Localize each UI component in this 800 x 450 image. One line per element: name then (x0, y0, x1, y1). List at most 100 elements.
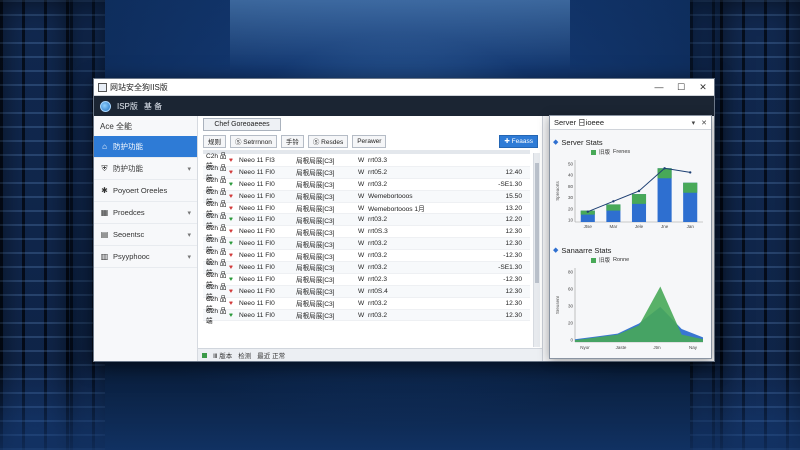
row-value: rrt03.3 (368, 156, 388, 164)
row-number: 13.20 (505, 204, 522, 212)
row-time: Neeo 11 FI0 (239, 216, 275, 224)
table-header (203, 150, 530, 154)
table-row[interactable]: C2h 品端 ♥ Neeo 11 FI0 局根局展[C3] W Wemebortooos 1… (203, 189, 530, 206)
row-process: 局根局展[C3] (296, 301, 335, 309)
app-header-extra[interactable]: 基 备 (144, 101, 162, 112)
table-row[interactable]: C2h 品端 ♥ Neeo 11 FI0 局根局展[C3] Wrrt03.2 -12.30 (203, 249, 530, 266)
tick-label: Jan (687, 224, 695, 229)
status-recent: 最近 正常 (257, 353, 286, 360)
minimize-icon[interactable]: — (648, 79, 670, 95)
row-process: 局根局展[C3] (296, 182, 335, 190)
row-type: W (358, 263, 365, 271)
y-axis-label: Spreaorts (555, 180, 560, 200)
legend-label: Ronne (613, 257, 630, 263)
table-row[interactable]: C2h 品端 ♥ Neeo 11 FI0 局根局展[C3] Wrrt02.3 -12.30 (203, 272, 530, 289)
maximize-icon[interactable]: ☐ (670, 79, 692, 95)
row-time: Neeo 11 FI0 (239, 204, 275, 212)
line-point (637, 189, 641, 193)
row-type: W (358, 240, 365, 248)
table-row[interactable]: C2h 品端 ♥ Neeo 11 FI0 局根局展[C3] Wrrt03.2 -SE1.3… (203, 177, 530, 194)
line-point (612, 200, 615, 203)
scrollbar[interactable] (533, 153, 540, 347)
add-button[interactable]: ✚ Feaass (499, 134, 538, 148)
row-number: 12.30 (505, 311, 522, 319)
sidebar: Ace 全能 ⌂ 防护功能 ⛨ 防护功能 ▾ ✱ Poyoert Oreeles… (94, 116, 198, 361)
sidebar-item-protection[interactable]: ⛨ 防护功能 ▾ (94, 158, 197, 180)
table-row[interactable]: C2h 品端 ♥ Neeo 11 FI0 局根局展[C3] Wrrt03.2 12.30 (203, 296, 530, 313)
sidebar-item-processes[interactable]: ▦ Proedces ▾ (94, 202, 197, 224)
tick-label: 20 (568, 206, 574, 211)
row-type: W (358, 287, 365, 295)
sidebar-item-reports[interactable]: ▥ Psyyphooc ▾ (94, 246, 197, 268)
chart-legend: 旧版 Frenes (553, 148, 708, 156)
flag-icon: ♥ (229, 252, 233, 260)
rules-button[interactable]: 规则 (203, 134, 226, 148)
flag-icon: ♥ (229, 263, 233, 271)
tick-label: Jtse (584, 224, 593, 229)
table-row[interactable]: C2h 品端 ♥ Neeo 11 FI0 局根局展[C3] Wrrt03.2 12.30 (203, 237, 530, 254)
bar-segment (631, 194, 647, 204)
scrollbar-thumb[interactable] (535, 163, 539, 283)
sidebar-item-services[interactable]: ▤ Seoentsc ▾ (94, 224, 197, 246)
tick-label: Jtm (653, 345, 661, 350)
tick-label: 40 (568, 173, 574, 178)
table-row[interactable]: C2h 品端 ♥ Neeo 11 FI0 局根局展[C3] Wrrt03.2 12.20 (203, 213, 530, 230)
manual-button[interactable]: 手铃 (280, 134, 304, 148)
table-row[interactable]: C2h 品端 ♥ Neeo 11 FI0 局根局展[C3] Wrrt03.2 -SE1.3… (203, 260, 530, 277)
row-number: 12.30 (505, 228, 522, 236)
table-row[interactable]: C2h 品端 ♥ Neeo 11 FI0 局根局展[C3] W Wemebortooos … (203, 201, 530, 218)
bullet-icon: ◆ (553, 247, 559, 254)
dropdown-icon[interactable]: ▾ (692, 119, 696, 127)
table-row[interactable]: C2h 品端 ♥ Neeo 11 FI3 局根局展[C3] Wrrt03.3 (203, 153, 530, 170)
flag-icon: ♥ (229, 168, 233, 176)
row-number: 12.30 (505, 287, 522, 295)
sidebar-item-home[interactable]: ⌂ 防护功能 (94, 136, 197, 158)
chevron-down-icon: ▾ (187, 165, 191, 173)
table-row[interactable]: C2h 品端 ♥ Neeo 11 FI0 局根局展[C3] Wrrt03.2 12.30 (203, 308, 530, 325)
power-button[interactable]: Perawer (352, 134, 387, 148)
sidebar-item-property[interactable]: ✱ Poyoert Oreeles (94, 180, 197, 202)
flag-icon: ♥ (229, 311, 233, 319)
title-bar: 网站安全狗IIS版 — ☐ ✕ (94, 79, 714, 96)
tick-label: Jaste (616, 345, 627, 350)
close-icon[interactable]: ✕ (692, 79, 714, 95)
log-panel: Chef Goreoaeees 规则 Ⓢ Setrrnnon 手铃 Ⓢ Resd… (198, 116, 543, 361)
window-title: 网站安全狗IIS版 (110, 82, 168, 92)
row-value: rrt03.2 (368, 311, 388, 319)
row-value: rrt05.2 (368, 168, 388, 176)
row-type: W (358, 311, 365, 319)
tick-label: Nyor (580, 345, 590, 350)
row-type: W (358, 275, 365, 283)
chart-title: ◆ Sanaarre Stats (553, 244, 708, 256)
app-header: ISP版 基 备 (94, 96, 714, 116)
sidebar-item-label: Proedces (113, 208, 145, 217)
row-type: W (358, 299, 365, 307)
chevron-down-icon: ▾ (187, 231, 191, 239)
close-icon[interactable]: ✕ (701, 119, 707, 127)
panel-tab[interactable]: Chef Goreoaeees (203, 118, 281, 131)
row-time: Neeo 11 FI0 (239, 180, 275, 188)
settings-button[interactable]: Ⓢ Setrrnnon (230, 134, 277, 148)
flag-icon: ♥ (229, 299, 233, 307)
chart-title: ◆ Server Stats (553, 136, 708, 148)
row-process: 局根局展[C3] (296, 313, 335, 321)
row-process: 局根局展[C3] (296, 217, 335, 225)
row-process: 局根局展[C3] (296, 265, 335, 273)
row-time: Neeo 11 FI0 (239, 299, 275, 307)
table-row[interactable]: C2h 品端 ♥ Neeo 11 FI0 局根局展[C3] Wrrt0S.4 12.30 (203, 284, 530, 301)
row-number: 12.30 (505, 240, 522, 248)
resources-button[interactable]: Ⓢ Resdes (307, 134, 349, 148)
row-type: W (358, 180, 365, 188)
table-row[interactable]: C2h 品端 ♥ Neeo 11 FI0 局根局展[C3] Wrrt0S.3 12.30 (203, 225, 530, 242)
table-row[interactable]: C2h 品端 ♥ Neeo 11 FI0 局根局展[C3] Wrrt05.2 12.40 (203, 165, 530, 182)
sidebar-item-label: Seoentsc (113, 230, 145, 239)
row-value: rrt03.2 (368, 299, 388, 307)
server-icon: ▤ (100, 230, 109, 239)
row-time: Neeo 11 FI0 (239, 252, 275, 260)
window-controls: — ☐ ✕ (648, 79, 714, 95)
bar-segment (606, 204, 621, 211)
chevron-down-icon: ▾ (187, 209, 191, 217)
flag-icon: ♥ (229, 287, 233, 295)
row-time: Neeo 11 FI3 (239, 156, 275, 164)
status-check: 检测 (238, 353, 252, 360)
